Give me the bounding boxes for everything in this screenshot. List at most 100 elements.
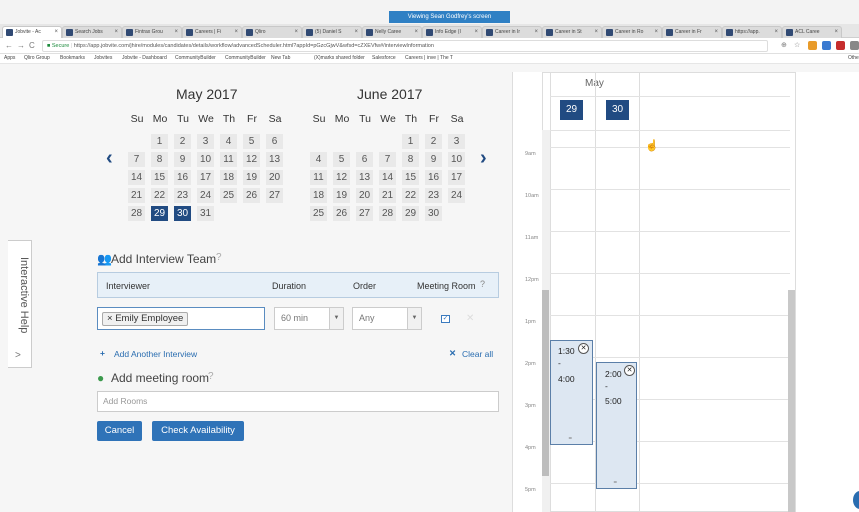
- bookmark-item[interactable]: CommunityBuilder: [225, 55, 266, 61]
- calendar-day[interactable]: 1: [151, 134, 168, 149]
- calendar-day[interactable]: 27: [356, 206, 373, 221]
- next-month-icon[interactable]: ›: [480, 147, 487, 170]
- rooms-input[interactable]: Add Rooms: [97, 391, 499, 412]
- reload-icon[interactable]: C: [29, 41, 35, 50]
- calendar-day[interactable]: 19: [243, 170, 260, 185]
- calendar-day[interactable]: 2: [174, 134, 191, 149]
- calendar-day[interactable]: 18: [220, 170, 237, 185]
- browser-tab[interactable]: (5) Daniel S ×: [302, 26, 362, 38]
- prev-month-icon[interactable]: ‹: [106, 147, 113, 170]
- calendar-day[interactable]: 14: [128, 170, 145, 185]
- calendar-day[interactable]: 15: [402, 170, 419, 185]
- browser-tab[interactable]: Career in Fr ×: [662, 26, 722, 38]
- calendar-day[interactable]: 24: [448, 188, 465, 203]
- calendar-day[interactable]: 5: [333, 152, 350, 167]
- browser-tab[interactable]: Search Jobs ×: [62, 26, 122, 38]
- url-field[interactable]: ■ Secure | https://app.jobvite.com/jhire…: [42, 40, 768, 52]
- calendar-day[interactable]: 28: [379, 206, 396, 221]
- meeting-room-checkbox[interactable]: ✓: [441, 315, 450, 323]
- calendar-day[interactable]: 1: [402, 134, 419, 149]
- browser-tab[interactable]: Jobvite - Ac ×: [2, 26, 62, 38]
- browser-tab[interactable]: Career in Ir ×: [482, 26, 542, 38]
- bookmark-item[interactable]: Bookmarks: [60, 55, 85, 61]
- close-icon[interactable]: ✕: [578, 343, 589, 354]
- close-tab-icon[interactable]: ×: [294, 27, 298, 37]
- bookmark-item[interactable]: Qliro Group: [24, 55, 50, 61]
- calendar-day[interactable]: 31: [197, 206, 214, 221]
- calendar-day[interactable]: 19: [333, 188, 350, 203]
- calendar-day[interactable]: 12: [333, 170, 350, 185]
- help-circle-icon[interactable]: ?: [480, 279, 485, 289]
- interactive-help-tab[interactable]: Interactive Help >: [8, 240, 32, 368]
- duration-select[interactable]: 60 min ▼: [274, 307, 344, 330]
- calendar-day[interactable]: 11: [310, 170, 327, 185]
- calendar-day[interactable]: 17: [448, 170, 465, 185]
- browser-tab[interactable]: ACL Caree ×: [782, 26, 842, 38]
- calendar-day[interactable]: 22: [402, 188, 419, 203]
- calendar-day[interactable]: 29: [402, 206, 419, 221]
- calendar-day[interactable]: 20: [266, 170, 283, 185]
- help-circle-icon[interactable]: ?: [216, 252, 222, 263]
- calendar-day[interactable]: 4: [220, 134, 237, 149]
- close-tab-icon[interactable]: ×: [354, 27, 358, 37]
- browser-tab[interactable]: Career in St ×: [542, 26, 602, 38]
- calendar-day[interactable]: 26: [333, 206, 350, 221]
- bookmark-item[interactable]: CommunityBuilder: [175, 55, 216, 61]
- calendar-day[interactable]: 3: [197, 134, 214, 149]
- bookmark-item[interactable]: Jobvite - Dashboard: [122, 55, 167, 61]
- calendar-day[interactable]: 3: [448, 134, 465, 149]
- star-icon[interactable]: ☆: [794, 41, 800, 49]
- calendar-day[interactable]: 28: [128, 206, 145, 221]
- cancel-button[interactable]: Cancel: [97, 421, 142, 441]
- scrollbar-thumb[interactable]: [542, 290, 549, 476]
- calendar-day[interactable]: 21: [128, 188, 145, 203]
- calendar-day[interactable]: 5: [243, 134, 260, 149]
- calendar-day[interactable]: 10: [448, 152, 465, 167]
- bookmark-item[interactable]: Other: [848, 55, 859, 61]
- resize-handle-icon[interactable]: =: [569, 436, 573, 442]
- calendar-day[interactable]: 6: [266, 134, 283, 149]
- browser-tab[interactable]: Career in Ro ×: [602, 26, 662, 38]
- calendar-day[interactable]: 8: [402, 152, 419, 167]
- interviewer-chip[interactable]: × Emily Employee: [102, 312, 189, 326]
- help-circle-icon[interactable]: ?: [208, 371, 214, 382]
- calendar-day[interactable]: 20: [356, 188, 373, 203]
- calendar-day[interactable]: 13: [266, 152, 283, 167]
- extension-icon[interactable]: [808, 41, 817, 50]
- calendar-day[interactable]: 24: [197, 188, 214, 203]
- plus-icon[interactable]: +: [100, 348, 105, 358]
- bookmark-item[interactable]: Jobvites: [94, 55, 112, 61]
- calendar-day[interactable]: 7: [128, 152, 145, 167]
- close-tab-icon[interactable]: ×: [174, 27, 178, 37]
- appointment-block[interactable]: 2:00 ✕ - 5:00 =: [596, 362, 637, 489]
- bookmark-item[interactable]: Apps: [4, 55, 15, 61]
- extension-icon[interactable]: [822, 41, 831, 50]
- calendar-day[interactable]: 10: [197, 152, 214, 167]
- calendar-day[interactable]: 30: [425, 206, 442, 221]
- calendar-day[interactable]: 27: [266, 188, 283, 203]
- close-tab-icon[interactable]: ×: [654, 27, 658, 37]
- calendar-day[interactable]: 4: [310, 152, 327, 167]
- close-tab-icon[interactable]: ×: [54, 27, 58, 37]
- bookmark-item[interactable]: Salesforce: [372, 55, 396, 61]
- calendar-day[interactable]: 7: [379, 152, 396, 167]
- interviewer-input[interactable]: × Emily Employee: [97, 307, 265, 330]
- forward-icon[interactable]: →: [17, 41, 25, 50]
- calendar-day[interactable]: 2: [425, 134, 442, 149]
- browser-tab[interactable]: Nelly Caree ×: [362, 26, 422, 38]
- browser-tab[interactable]: Fintrax Grou ×: [122, 26, 182, 38]
- remove-chip-icon[interactable]: ×: [107, 313, 113, 324]
- zoom-icon[interactable]: ⊕: [781, 41, 787, 49]
- close-icon[interactable]: ✕: [449, 348, 456, 359]
- bookmark-item[interactable]: Careers | inve | The T: [405, 55, 453, 61]
- extension-icon[interactable]: [850, 41, 859, 50]
- calendar-day[interactable]: 22: [151, 188, 168, 203]
- browser-tab[interactable]: https://app. ×: [722, 26, 782, 38]
- close-tab-icon[interactable]: ×: [234, 27, 238, 37]
- calendar-day[interactable]: 26: [243, 188, 260, 203]
- close-tab-icon[interactable]: ×: [714, 27, 718, 37]
- clear-all-link[interactable]: Clear all: [462, 349, 493, 359]
- scheduler-day-29[interactable]: 29: [560, 100, 583, 120]
- calendar-day[interactable]: 17: [197, 170, 214, 185]
- calendar-day[interactable]: 13: [356, 170, 373, 185]
